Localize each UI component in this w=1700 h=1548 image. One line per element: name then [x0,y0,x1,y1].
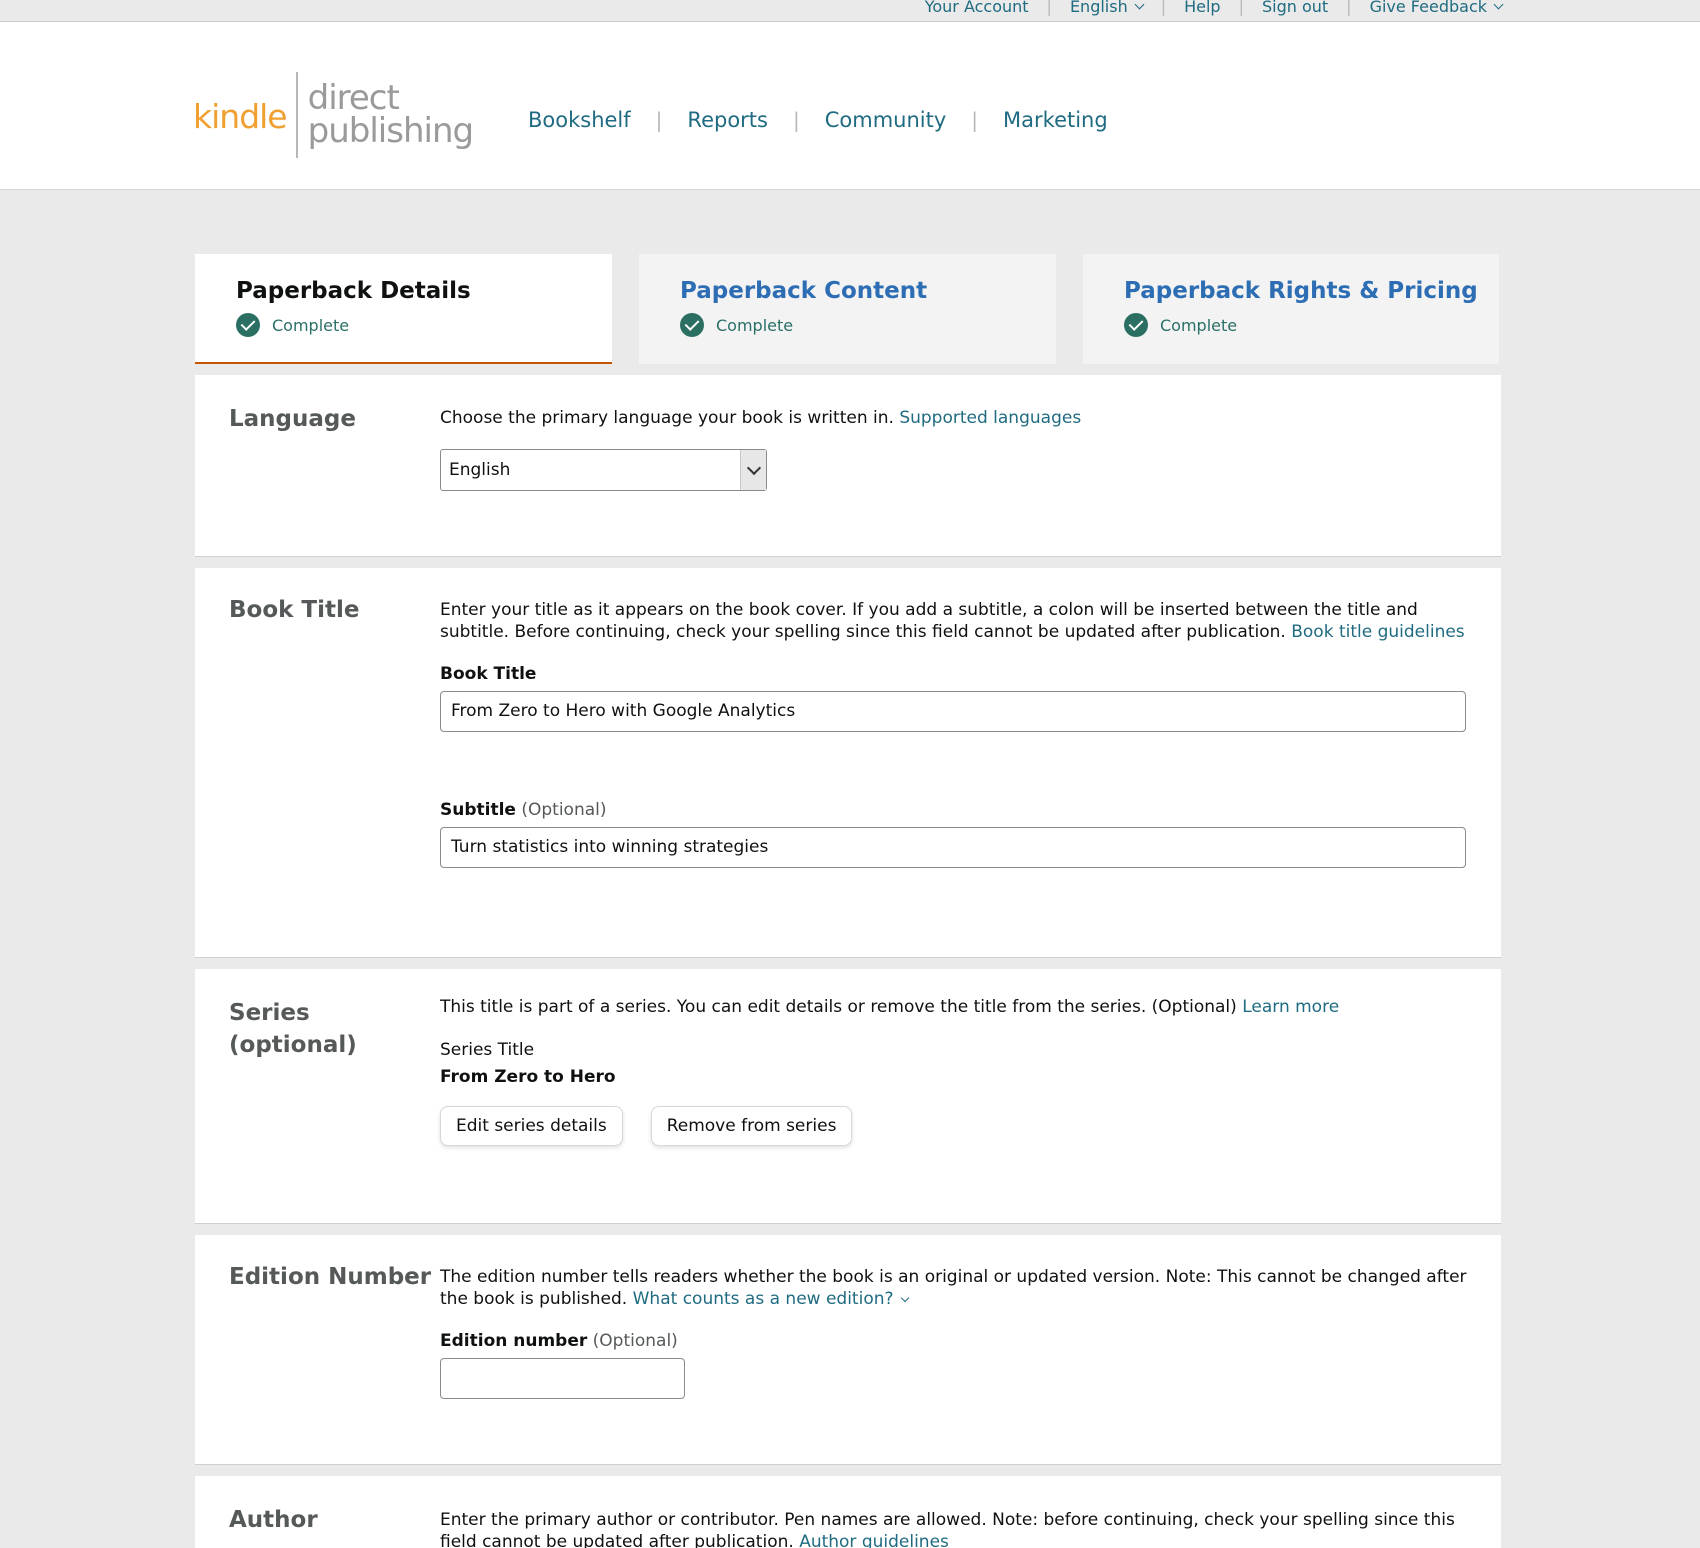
separator: | [1346,0,1352,16]
tab-title: Paperback Rights & Pricing [1124,278,1478,304]
section-body: Enter your title as it appears on the bo… [440,599,1470,868]
section-heading: Edition Number [229,1264,432,1290]
tab-title: Paperback Details [236,278,471,304]
tab-status: Complete [236,313,349,337]
sign-out-link[interactable]: Sign out [1262,0,1328,16]
edition-number-label: Edition number [440,1331,588,1351]
optional-hint: (Optional) [592,1331,678,1351]
description-text: This title is part of a series. You can … [440,997,1237,1017]
status-label: Complete [716,315,794,335]
main-nav: Bookshelf | Reports | Community | Market… [528,108,1108,132]
tab-paperback-content[interactable]: Paperback Content Complete [639,254,1056,364]
supported-languages-link[interactable]: Supported languages [899,408,1081,428]
site-header: kindle direct publishing Bookshelf | Rep… [0,22,1700,190]
your-account-link[interactable]: Your Account [925,0,1029,16]
nav-community[interactable]: Community [825,108,947,132]
tab-title: Paperback Content [680,278,928,304]
chevron-down-icon [1134,0,1145,10]
language-section: Language Choose the primary language you… [195,375,1501,557]
author-description: Enter the primary author or contributor.… [440,1509,1470,1548]
edition-label-row: Edition number (Optional) [440,1330,1470,1352]
logo-divider [295,72,298,158]
series-actions: Edit series details Remove from series [440,1106,1470,1146]
section-heading: Language [229,406,356,432]
separator: | [971,108,979,132]
edition-number-input[interactable] [440,1358,685,1399]
author-section: Author Enter the primary author or contr… [195,1476,1501,1548]
give-feedback-link[interactable]: Give Feedback [1369,0,1504,16]
section-heading: Book Title [229,597,360,623]
book-title-section: Book Title Enter your title as it appear… [195,568,1501,958]
book-title-guidelines-link[interactable]: Book title guidelines [1291,622,1464,642]
chevron-down-icon [900,1293,909,1303]
give-feedback-label: Give Feedback [1369,0,1487,16]
remove-from-series-button[interactable]: Remove from series [650,1106,853,1146]
nav-reports[interactable]: Reports [687,108,768,132]
section-body: This title is part of a series. You can … [440,996,1470,1146]
section-body: Choose the primary language your book is… [440,407,1470,491]
optional-hint: (Optional) [521,800,607,820]
chevron-down-icon [1493,0,1504,10]
separator: | [655,108,663,132]
language-select[interactable]: English [440,449,767,491]
series-description: This title is part of a series. You can … [440,996,1470,1018]
edition-number-section: Edition Number The edition number tells … [195,1235,1501,1465]
top-utility-bar: Your Account | English | Help | Sign out… [0,0,1700,22]
check-circle-icon [236,313,260,337]
book-title-description: Enter your title as it appears on the bo… [440,599,1470,643]
language-description: Choose the primary language your book is… [440,407,1470,429]
book-title-label: Book Title [440,664,537,684]
chevron-down-icon [740,450,766,490]
tab-status: Complete [680,313,793,337]
section-body: Enter the primary author or contributor.… [440,1509,1470,1548]
edit-series-button[interactable]: Edit series details [440,1106,623,1146]
description-text: Enter your title as it appears on the bo… [440,600,1418,642]
separator: | [1160,0,1167,16]
utility-links: Your Account | English | Help | Sign out… [925,0,1504,16]
new-edition-link[interactable]: What counts as a new edition? [632,1289,909,1309]
language-menu-link[interactable]: English [1069,0,1145,16]
help-link[interactable]: Help [1184,0,1220,16]
status-label: Complete [272,315,350,335]
description-text: Choose the primary language your book is… [440,408,894,428]
section-heading: Author [229,1507,318,1533]
subtitle-label-row: Subtitle (Optional) [440,799,1470,821]
series-title-label: Series Title [440,1040,535,1060]
tab-paperback-rights-pricing[interactable]: Paperback Rights & Pricing Complete [1083,254,1499,364]
check-circle-icon [680,313,704,337]
nav-marketing[interactable]: Marketing [1003,108,1108,132]
series-title-value: From Zero to Hero [440,1067,616,1087]
new-edition-link-text: What counts as a new edition? [632,1289,894,1309]
separator: | [792,108,800,132]
logo-direct-publishing: direct publishing [307,81,474,151]
learn-more-link[interactable]: Learn more [1242,997,1339,1017]
section-body: The edition number tells readers whether… [440,1266,1470,1399]
tab-paperback-details[interactable]: Paperback Details Complete [195,254,612,364]
check-circle-icon [1124,313,1148,337]
series-section: Series (optional) This title is part of … [195,969,1501,1224]
book-title-input[interactable]: From Zero to Hero with Google Analytics [440,691,1466,732]
edition-description: The edition number tells readers whether… [440,1266,1470,1310]
subtitle-input[interactable]: Turn statistics into winning strategies [440,827,1466,868]
separator: | [1046,0,1052,16]
logo-publishing-text: publishing [307,111,474,151]
author-guidelines-link[interactable]: Author guidelines [799,1532,949,1548]
nav-bookshelf[interactable]: Bookshelf [528,108,631,132]
status-label: Complete [1160,315,1238,335]
tab-status: Complete [1124,313,1237,337]
separator: | [1238,0,1244,16]
subtitle-label: Subtitle [440,800,516,820]
selected-language: English [449,460,511,480]
kdp-logo[interactable]: kindle direct publishing [193,72,474,158]
logo-kindle-text: kindle [193,96,288,136]
language-menu-label: English [1069,0,1128,16]
description-text: The edition number tells readers whether… [440,1267,1467,1309]
section-heading: Series (optional) [229,1000,357,1058]
